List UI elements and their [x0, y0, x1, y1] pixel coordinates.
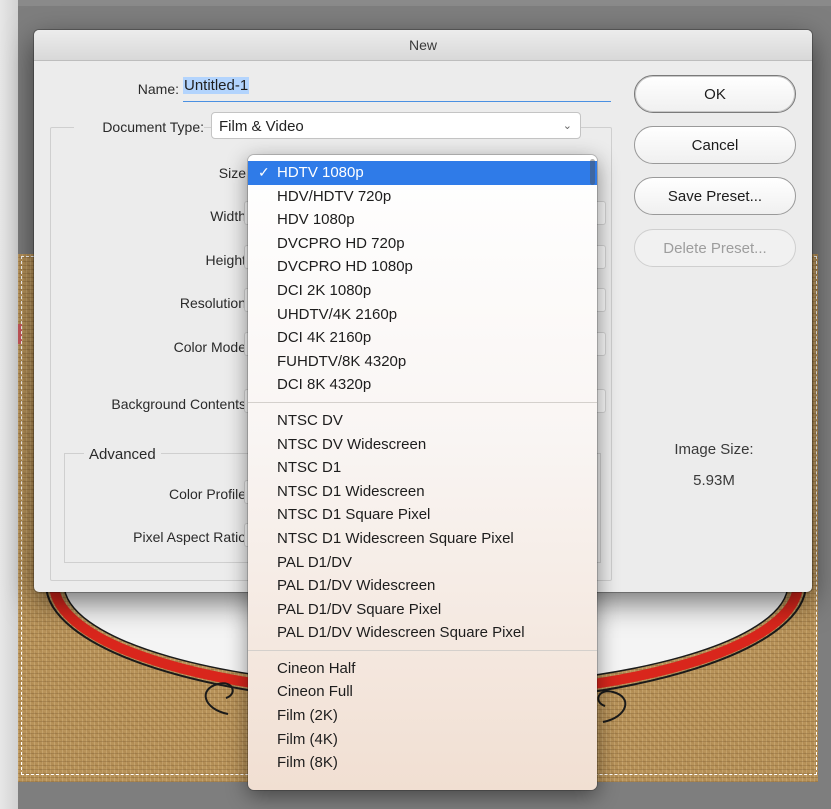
image-size-label: Image Size:: [674, 441, 754, 458]
size-preset-option-label: PAL D1/DV Square Pixel: [277, 600, 442, 618]
size-preset-option-label: Cineon Half: [277, 659, 356, 677]
size-preset-option-label: HDV 1080p: [277, 211, 355, 229]
size-preset-option-label: DCI 4K 2160p: [277, 329, 372, 347]
size-preset-option-label: NTSC D1: [277, 459, 342, 477]
ok-button[interactable]: OK: [634, 75, 796, 113]
size-preset-option-label: NTSC D1 Widescreen: [277, 482, 425, 500]
color-mode-label: Color Mode: [173, 339, 246, 355]
size-preset-option-label: NTSC D1 Widescreen Square Pixel: [277, 529, 514, 547]
size-preset-option[interactable]: HDV/HDTV 720p: [248, 185, 597, 209]
size-preset-option-label: Film (2K): [277, 707, 338, 725]
size-preset-option-label: HDTV 1080p: [277, 164, 364, 181]
size-preset-option-label: NTSC DV Widescreen: [277, 435, 427, 453]
color-profile-label: Color Profile: [168, 486, 246, 502]
right-swirl: [597, 690, 627, 723]
background-contents-label: Background Contents: [111, 396, 246, 412]
size-preset-option-label: PAL D1/DV Widescreen: [277, 577, 436, 595]
chevron-down-icon: ⌄: [562, 120, 572, 132]
image-size-value: 5.93M: [693, 472, 735, 489]
size-preset-option[interactable]: HDV 1080p: [248, 208, 597, 232]
size-preset-option[interactable]: NTSC D1 Widescreen: [248, 480, 597, 504]
name-field[interactable]: Untitled-1: [183, 77, 611, 102]
size-preset-option-label: DCI 2K 1080p: [277, 281, 372, 299]
size-preset-option[interactable]: NTSC D1 Square Pixel: [248, 503, 597, 527]
size-preset-option[interactable]: PAL D1/DV Widescreen Square Pixel: [248, 621, 597, 645]
size-preset-option-label: Film (8K): [277, 754, 338, 772]
width-label: Width: [210, 208, 246, 224]
height-label: Height: [205, 252, 246, 268]
size-preset-option[interactable]: Film (8K): [248, 751, 597, 775]
size-preset-option-label: Film (4K): [277, 730, 338, 748]
size-preset-option[interactable]: NTSC D1 Widescreen Square Pixel: [248, 527, 597, 551]
size-preset-option[interactable]: Cineon Full: [248, 680, 597, 704]
size-preset-option[interactable]: DCI 2K 1080p: [248, 279, 597, 303]
size-preset-option-label: HDV/HDTV 720p: [277, 187, 392, 205]
size-preset-option[interactable]: NTSC DV Widescreen: [248, 433, 597, 457]
size-preset-option[interactable]: DVCPRO HD 720p: [248, 232, 597, 256]
pixel-aspect-ratio-label: Pixel Aspect Ratio: [133, 529, 246, 545]
document-type-label: Document Type:: [74, 119, 204, 135]
left-edge-mark: [18, 324, 22, 344]
document-type-select[interactable]: Film & Video ⌄: [211, 112, 581, 139]
size-preset-option[interactable]: PAL D1/DV Square Pixel: [248, 598, 597, 622]
size-preset-option[interactable]: NTSC DV: [248, 409, 597, 433]
size-preset-option[interactable]: UHDTV/4K 2160p: [248, 303, 597, 327]
resolution-label: Resolution: [179, 295, 246, 311]
dialog-title: New: [34, 30, 812, 61]
size-preset-option[interactable]: DCI 4K 2160p: [248, 326, 597, 350]
size-preset-option-label: Cineon Full: [277, 683, 353, 701]
name-field-value: Untitled-1: [183, 77, 250, 94]
size-preset-option-label: PAL D1/DV Widescreen Square Pixel: [277, 624, 525, 642]
size-preset-option[interactable]: Film (2K): [248, 704, 597, 728]
menu-separator: [248, 401, 597, 403]
size-preset-option[interactable]: PAL D1/DV: [248, 551, 597, 575]
size-preset-option[interactable]: PAL D1/DV Widescreen: [248, 574, 597, 598]
size-preset-option-label: PAL D1/DV: [277, 553, 353, 571]
checkmark-icon: ✓: [258, 164, 270, 180]
menu-scrollbar[interactable]: [590, 159, 595, 185]
workspace-top-strip: [0, 0, 831, 6]
document-type-value: Film & Video: [219, 118, 304, 135]
menu-separator: [248, 649, 597, 651]
size-preset-option[interactable]: DVCPRO HD 1080p: [248, 255, 597, 279]
size-preset-list: ✓ HDTV 1080p HDV/HDTV 720p HDV 1080p DVCPRO …: [248, 155, 597, 775]
size-preset-option[interactable]: FUHDTV/8K 4320p: [248, 350, 597, 374]
size-preset-option-label: FUHDTV/8K 4320p: [277, 352, 407, 370]
size-preset-option[interactable]: DCI 8K 4320p: [248, 373, 597, 397]
name-label: Name:: [137, 81, 179, 97]
size-preset-option[interactable]: Cineon Half: [248, 657, 597, 681]
left-swirl: [204, 682, 234, 715]
size-preset-option-label: DCI 8K 4320p: [277, 376, 372, 394]
advanced-toggle[interactable]: Advanced: [84, 446, 161, 463]
size-preset-menu[interactable]: ✓ HDTV 1080p HDV/HDTV 720p HDV 1080p DVCPRO …: [248, 155, 597, 790]
delete-preset-button: Delete Preset...: [634, 229, 796, 267]
size-preset-option[interactable]: ✓ HDTV 1080p: [248, 161, 597, 185]
tools-panel-edge: [0, 0, 18, 809]
size-preset-option-label: NTSC D1 Square Pixel: [277, 506, 431, 524]
size-preset-option-label: DVCPRO HD 720p: [277, 234, 405, 252]
size-preset-option[interactable]: NTSC D1: [248, 456, 597, 480]
cancel-button[interactable]: Cancel: [634, 126, 796, 164]
size-label: Size: [218, 165, 246, 181]
size-preset-option-label: DVCPRO HD 1080p: [277, 258, 413, 276]
size-preset-option-label: UHDTV/4K 2160p: [277, 305, 398, 323]
size-preset-option[interactable]: Film (4K): [248, 728, 597, 752]
size-preset-option-label: NTSC DV: [277, 411, 343, 429]
save-preset-button[interactable]: Save Preset...: [634, 177, 796, 215]
